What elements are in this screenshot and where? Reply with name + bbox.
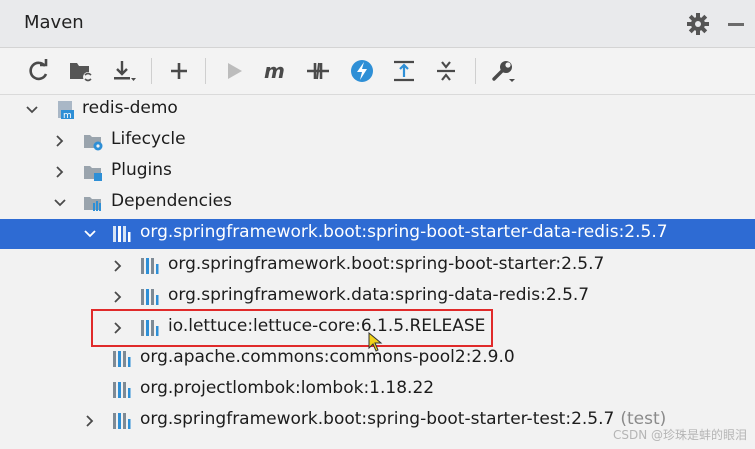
- tree-item-dep-starter[interactable]: org.springframework.boot:spring-boot-sta…: [0, 251, 755, 281]
- tree-item-label: org.springframework.boot:spring-boot-sta…: [168, 254, 605, 274]
- watermark: CSDN @珍珠是蚌的眼泪: [612, 428, 747, 442]
- maven-toolbar: m: [0, 48, 755, 95]
- settings-wrench-icon[interactable]: [488, 57, 516, 85]
- svg-text:m: m: [264, 59, 285, 83]
- show-dependencies-icon[interactable]: [390, 57, 418, 85]
- chevron-right-icon[interactable]: [52, 133, 68, 149]
- tree-item-dep-spring-data-redis[interactable]: org.springframework.data:spring-data-red…: [0, 282, 755, 312]
- library-icon: [110, 379, 132, 401]
- folder-dependencies-icon: [82, 192, 104, 214]
- tree-item-label: org.springframework.boot:spring-boot-sta…: [140, 409, 666, 429]
- library-icon: [110, 223, 132, 245]
- gear-icon[interactable]: [686, 12, 710, 36]
- toolbar-separator: [475, 58, 476, 84]
- library-icon: [110, 410, 132, 432]
- reload-icon[interactable]: [25, 57, 53, 85]
- tree-item-label: org.projectlombok:lombok:1.18.22: [140, 378, 435, 398]
- tree-item-label: redis-demo: [82, 98, 178, 118]
- toolbar-separator: [151, 58, 152, 84]
- tree-item-label: org.springframework.boot:spring-boot-sta…: [140, 222, 668, 242]
- tree-item-project[interactable]: m redis-demo: [0, 95, 755, 125]
- library-icon: [138, 286, 160, 308]
- dependency-coordinates: org.springframework.boot:spring-boot-sta…: [140, 409, 615, 429]
- minimize-icon[interactable]: [728, 23, 744, 26]
- chevron-right-icon[interactable]: [82, 413, 98, 429]
- library-icon: [110, 348, 132, 370]
- tree-item-plugins[interactable]: Plugins: [0, 157, 755, 187]
- folder-plugin-icon: [82, 161, 104, 183]
- tree-item-lifecycle[interactable]: Lifecycle: [0, 126, 755, 156]
- chevron-right-icon[interactable]: [110, 289, 126, 305]
- tree-item-label: Dependencies: [111, 191, 232, 211]
- toolbar-separator: [205, 58, 206, 84]
- chevron-down-icon[interactable]: [24, 102, 40, 118]
- mouse-cursor-icon: [368, 331, 384, 352]
- svg-text:m: m: [63, 111, 72, 121]
- skip-tests-icon[interactable]: [348, 57, 376, 85]
- tree-item-dep-data-redis[interactable]: org.springframework.boot:spring-boot-sta…: [0, 219, 755, 249]
- maven-module-icon: m: [55, 99, 77, 121]
- toggle-offline-icon[interactable]: [304, 57, 332, 85]
- chevron-right-icon[interactable]: [110, 258, 126, 274]
- tree-item-label: Lifecycle: [111, 129, 186, 149]
- tree-item-dependencies[interactable]: Dependencies: [0, 188, 755, 218]
- add-icon[interactable]: [165, 57, 193, 85]
- download-icon[interactable]: [110, 57, 138, 85]
- tree-item-dep-lombok[interactable]: org.projectlombok:lombok:1.18.22: [0, 375, 755, 405]
- library-icon: [138, 255, 160, 277]
- panel-title: Maven: [24, 12, 84, 33]
- folder-gear-icon: [82, 130, 104, 152]
- chevron-down-icon[interactable]: [82, 226, 98, 242]
- tree-item-label: Plugins: [111, 160, 172, 180]
- run-icon[interactable]: [220, 57, 248, 85]
- tree-item-label: org.springframework.data:spring-data-red…: [168, 285, 590, 305]
- collapse-all-icon[interactable]: [432, 57, 460, 85]
- maven-project-tree: m redis-demo Lifecycle Plugins Dependenc…: [0, 95, 755, 449]
- chevron-down-icon[interactable]: [52, 195, 68, 211]
- chevron-right-icon[interactable]: [52, 164, 68, 180]
- highlight-box: [91, 309, 493, 347]
- generate-sources-icon[interactable]: [67, 57, 95, 85]
- panel-header: Maven: [0, 0, 755, 48]
- tree-item-label: org.apache.commons:commons-pool2:2.9.0: [140, 347, 515, 367]
- execute-goal-icon[interactable]: m: [262, 57, 290, 85]
